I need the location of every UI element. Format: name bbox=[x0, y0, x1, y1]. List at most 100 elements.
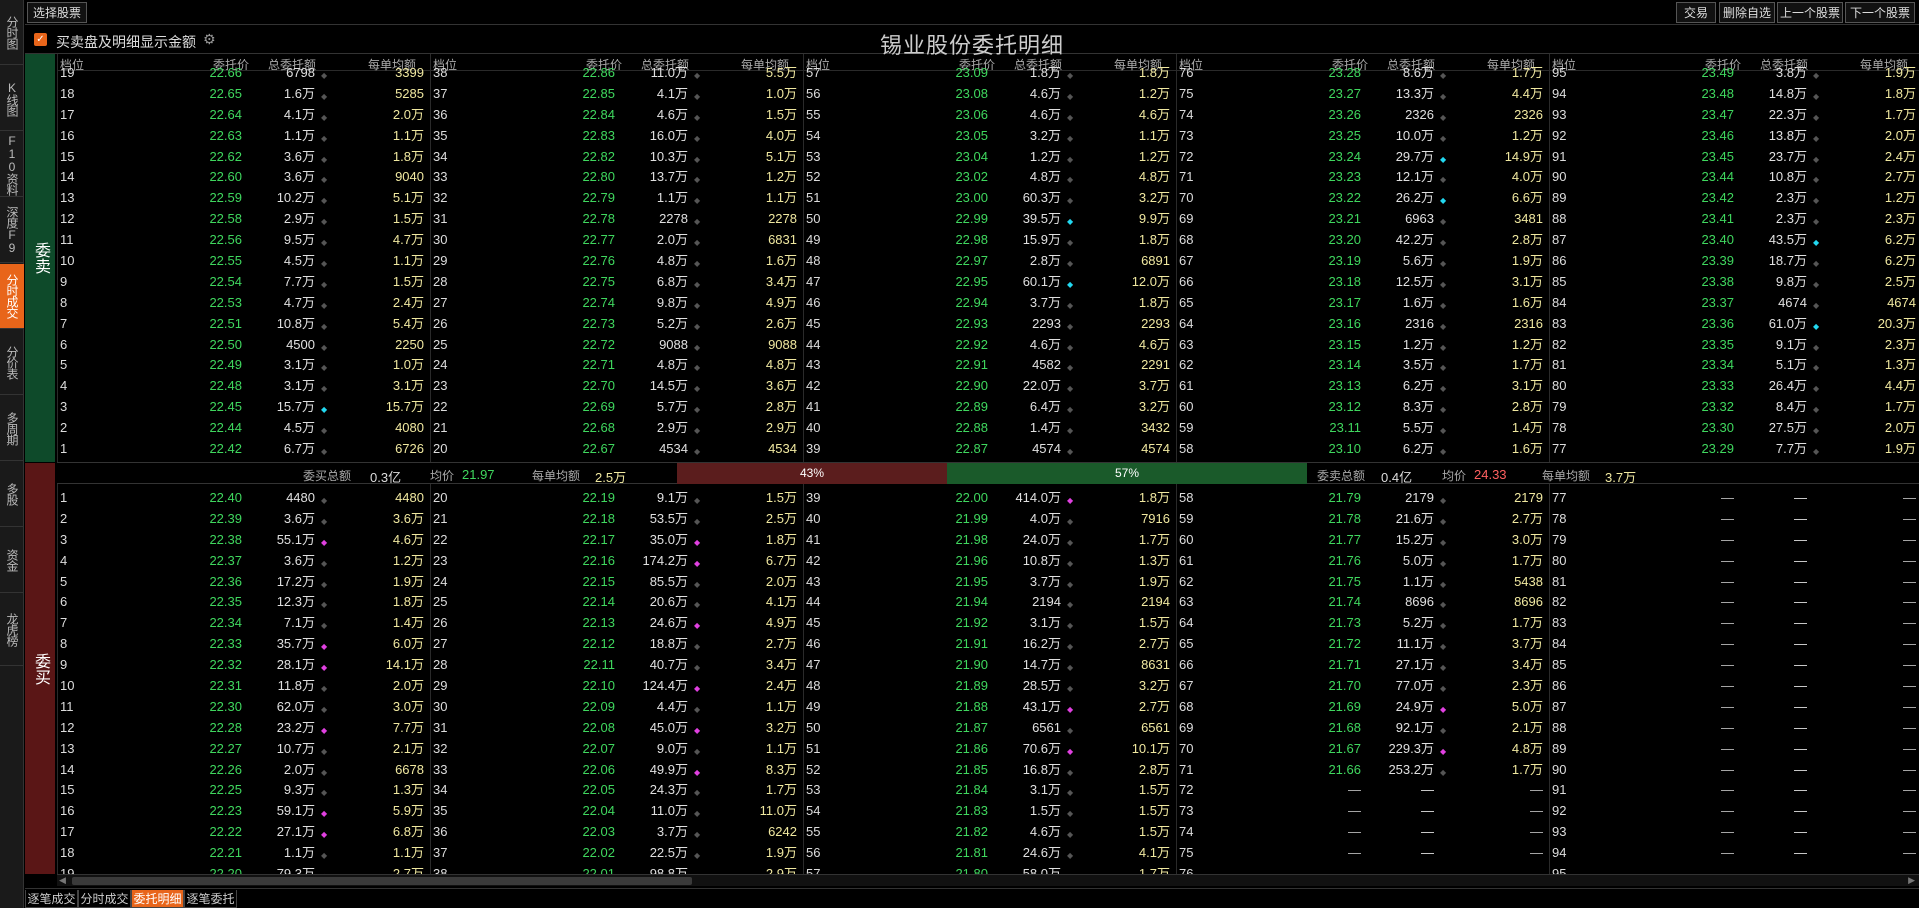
order-row[interactable]: 39 22.87 4574 ◆ 4574 bbox=[804, 438, 1176, 459]
order-row[interactable]: 94 23.48 14.8万 ◆ 1.8万 bbox=[1550, 83, 1919, 104]
order-row[interactable]: 40 21.99 4.0万 ◆ 7916 bbox=[804, 508, 1176, 529]
nav-item-9[interactable]: 龙虎榜 bbox=[0, 594, 24, 666]
nav-item-6[interactable]: 多周期 bbox=[0, 396, 24, 461]
order-row[interactable]: 49 21.88 43.1万 ◆ 2.7万 bbox=[804, 696, 1176, 717]
scrollbar-thumb[interactable] bbox=[72, 877, 692, 885]
order-row[interactable]: 13 22.27 10.7万 ◆ 2.1万 bbox=[58, 738, 430, 759]
nav-item-4[interactable]: 分时成交 bbox=[0, 264, 24, 329]
bottom-tab-2[interactable]: 委托明细 bbox=[131, 890, 184, 908]
order-row[interactable]: 14 22.60 3.6万 ◆ 9040 bbox=[58, 166, 430, 187]
order-row[interactable]: 7 22.51 10.8万 ◆ 5.4万 bbox=[58, 313, 430, 334]
order-row[interactable]: 30 22.77 2.0万 ◆ 6831 bbox=[431, 229, 803, 250]
order-row[interactable]: 2 22.44 4.5万 ◆ 4080 bbox=[58, 417, 430, 438]
order-row[interactable]: 74 — — — bbox=[1177, 821, 1549, 842]
order-row[interactable]: 67 21.70 77.0万 ◆ 2.3万 bbox=[1177, 675, 1549, 696]
order-row[interactable]: 36 22.84 4.6万 ◆ 1.5万 bbox=[431, 104, 803, 125]
order-row[interactable]: 55 23.06 4.6万 ◆ 4.6万 bbox=[804, 104, 1176, 125]
order-row[interactable]: 52 23.02 4.8万 ◆ 4.8万 bbox=[804, 166, 1176, 187]
order-row[interactable]: 77 — — — bbox=[1550, 487, 1919, 508]
order-row[interactable]: 54 21.83 1.5万 ◆ 1.5万 bbox=[804, 800, 1176, 821]
order-row[interactable]: 92 23.46 13.8万 ◆ 2.0万 bbox=[1550, 125, 1919, 146]
order-row[interactable]: 43 21.95 3.7万 ◆ 1.9万 bbox=[804, 571, 1176, 592]
order-row[interactable]: 68 21.69 24.9万 ◆ 5.0万 bbox=[1177, 696, 1549, 717]
order-row[interactable]: 75 23.27 13.3万 ◆ 4.4万 bbox=[1177, 83, 1549, 104]
bottom-tab-0[interactable]: 逐笔成交 bbox=[25, 890, 78, 908]
order-row[interactable]: 77 23.29 7.7万 ◆ 1.9万 bbox=[1550, 438, 1919, 459]
order-row[interactable]: 94 — — — bbox=[1550, 842, 1919, 863]
order-row[interactable]: 18 22.21 1.1万 ◆ 1.1万 bbox=[58, 842, 430, 863]
order-row[interactable]: 6 22.35 12.3万 ◆ 1.8万 bbox=[58, 591, 430, 612]
order-row[interactable]: 73 — — — bbox=[1177, 800, 1549, 821]
order-row[interactable]: 53 23.04 1.2万 ◆ 1.2万 bbox=[804, 146, 1176, 167]
order-row[interactable]: 86 23.39 18.7万 ◆ 6.2万 bbox=[1550, 250, 1919, 271]
trade-button[interactable]: 交易 bbox=[1676, 2, 1716, 23]
order-row[interactable]: 31 22.08 45.0万 ◆ 3.2万 bbox=[431, 717, 803, 738]
order-row[interactable]: 37 22.85 4.1万 ◆ 1.0万 bbox=[431, 83, 803, 104]
order-row[interactable]: 22 22.69 5.7万 ◆ 2.8万 bbox=[431, 396, 803, 417]
order-row[interactable]: 71 21.66 253.2万 ◆ 1.7万 bbox=[1177, 759, 1549, 780]
order-row[interactable]: 8 22.33 35.7万 ◆ 6.0万 bbox=[58, 633, 430, 654]
order-row[interactable]: 3 22.45 15.7万 ◆ 15.7万 bbox=[58, 396, 430, 417]
order-row[interactable]: 88 23.41 2.3万 ◆ 2.3万 bbox=[1550, 208, 1919, 229]
order-row[interactable]: 58 23.10 6.2万 ◆ 1.6万 bbox=[1177, 438, 1549, 459]
order-row[interactable]: 83 — — — bbox=[1550, 612, 1919, 633]
nav-item-1[interactable]: K线图 bbox=[0, 66, 24, 131]
order-row[interactable]: 23 22.16 174.2万 ◆ 6.7万 bbox=[431, 550, 803, 571]
nav-item-7[interactable]: 多股 bbox=[0, 462, 24, 527]
order-row[interactable]: 49 22.98 15.9万 ◆ 1.8万 bbox=[804, 229, 1176, 250]
order-row[interactable]: 85 — — — bbox=[1550, 654, 1919, 675]
order-row[interactable]: 34 22.82 10.3万 ◆ 5.1万 bbox=[431, 146, 803, 167]
order-row[interactable]: 60 23.12 8.3万 ◆ 2.8万 bbox=[1177, 396, 1549, 417]
order-row[interactable]: 11 22.56 9.5万 ◆ 4.7万 bbox=[58, 229, 430, 250]
order-row[interactable]: 67 23.19 5.6万 ◆ 1.9万 bbox=[1177, 250, 1549, 271]
order-row[interactable]: 43 22.91 4582 ◆ 2291 bbox=[804, 354, 1176, 375]
order-row[interactable]: 37 22.02 22.5万 ◆ 1.9万 bbox=[431, 842, 803, 863]
order-row[interactable]: 35 22.83 16.0万 ◆ 4.0万 bbox=[431, 125, 803, 146]
order-row[interactable]: 81 — — — bbox=[1550, 571, 1919, 592]
order-row[interactable]: 47 22.95 60.1万 ◆ 12.0万 bbox=[804, 271, 1176, 292]
bottom-tab-1[interactable]: 分时成交 bbox=[78, 890, 131, 908]
order-row[interactable]: 45 21.92 3.1万 ◆ 1.5万 bbox=[804, 612, 1176, 633]
order-row[interactable]: 44 22.92 4.6万 ◆ 4.6万 bbox=[804, 334, 1176, 355]
order-row[interactable]: 68 23.20 42.2万 ◆ 2.8万 bbox=[1177, 229, 1549, 250]
order-row[interactable]: 17 22.64 4.1万 ◆ 2.0万 bbox=[58, 104, 430, 125]
order-row[interactable]: 78 23.30 27.5万 ◆ 2.0万 bbox=[1550, 417, 1919, 438]
order-row[interactable]: 1 22.40 4480 ◆ 4480 bbox=[58, 487, 430, 508]
order-row[interactable]: 61 23.13 6.2万 ◆ 3.1万 bbox=[1177, 375, 1549, 396]
order-row[interactable]: 21 22.68 2.9万 ◆ 2.9万 bbox=[431, 417, 803, 438]
order-row[interactable]: 93 23.47 22.3万 ◆ 1.7万 bbox=[1550, 104, 1919, 125]
order-row[interactable]: 42 21.96 10.8万 ◆ 1.3万 bbox=[804, 550, 1176, 571]
order-row[interactable]: 21 22.18 53.5万 ◆ 2.5万 bbox=[431, 508, 803, 529]
order-row[interactable]: 92 — — — bbox=[1550, 800, 1919, 821]
order-row[interactable]: 85 23.38 9.8万 ◆ 2.5万 bbox=[1550, 271, 1919, 292]
order-row[interactable]: 48 21.89 28.5万 ◆ 3.2万 bbox=[804, 675, 1176, 696]
bottom-tab-3[interactable]: 逐笔委托 bbox=[184, 890, 237, 908]
order-row[interactable]: 90 23.44 10.8万 ◆ 2.7万 bbox=[1550, 166, 1919, 187]
order-row[interactable]: 18 22.65 1.6万 ◆ 5285 bbox=[58, 83, 430, 104]
order-row[interactable]: 64 23.16 2316 ◆ 2316 bbox=[1177, 313, 1549, 334]
order-row[interactable]: 6 22.50 4500 ◆ 2250 bbox=[58, 334, 430, 355]
order-row[interactable]: 82 23.35 9.1万 ◆ 2.3万 bbox=[1550, 334, 1919, 355]
order-row[interactable]: 40 22.88 1.4万 ◆ 3432 bbox=[804, 417, 1176, 438]
order-row[interactable]: 45 22.93 2293 ◆ 2293 bbox=[804, 313, 1176, 334]
order-row[interactable]: 84 — — — bbox=[1550, 633, 1919, 654]
order-row[interactable]: 20 22.67 4534 ◆ 4534 bbox=[431, 438, 803, 459]
remove-watchlist-button[interactable]: 删除自选 bbox=[1719, 2, 1775, 23]
order-row[interactable]: 79 23.32 8.4万 ◆ 1.7万 bbox=[1550, 396, 1919, 417]
order-row[interactable]: 13 22.59 10.2万 ◆ 5.1万 bbox=[58, 187, 430, 208]
order-row[interactable]: 64 21.73 5.2万 ◆ 1.7万 bbox=[1177, 612, 1549, 633]
next-stock-button[interactable]: 下一个股票 bbox=[1845, 2, 1915, 23]
order-row[interactable]: 70 21.67 229.3万 ◆ 4.8万 bbox=[1177, 738, 1549, 759]
order-row[interactable]: 54 23.05 3.2万 ◆ 1.1万 bbox=[804, 125, 1176, 146]
order-row[interactable]: 57 23.09 1.8万 ◆ 1.8万 bbox=[804, 62, 1176, 83]
order-row[interactable]: 72 — — — bbox=[1177, 779, 1549, 800]
order-row[interactable]: 72 23.24 29.7万 ◆ 14.9万 bbox=[1177, 146, 1549, 167]
order-row[interactable]: 5 22.36 17.2万 ◆ 1.9万 bbox=[58, 571, 430, 592]
order-row[interactable]: 79 — — — bbox=[1550, 529, 1919, 550]
order-row[interactable]: 8 22.53 4.7万 ◆ 2.4万 bbox=[58, 292, 430, 313]
order-row[interactable]: 36 22.03 3.7万 ◆ 6242 bbox=[431, 821, 803, 842]
order-row[interactable]: 24 22.71 4.8万 ◆ 4.8万 bbox=[431, 354, 803, 375]
order-row[interactable]: 14 22.26 2.0万 ◆ 6678 bbox=[58, 759, 430, 780]
order-row[interactable]: 23 22.70 14.5万 ◆ 3.6万 bbox=[431, 375, 803, 396]
order-row[interactable]: 24 22.15 85.5万 ◆ 2.0万 bbox=[431, 571, 803, 592]
